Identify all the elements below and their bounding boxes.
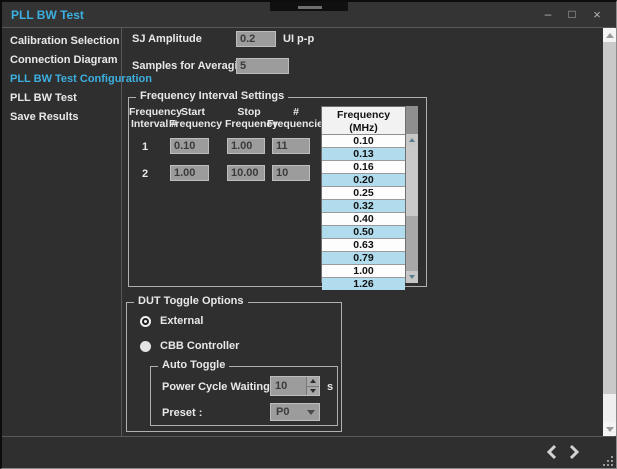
main-scrollbar-thumb[interactable] [603, 42, 616, 394]
frequency-row[interactable]: 0.25 [322, 187, 405, 200]
preset-label: Preset : [162, 407, 202, 419]
auto-toggle-group: Auto Toggle Power Cycle Waiting : 10 s P… [150, 366, 338, 426]
frequency-row[interactable]: 0.79 [322, 252, 405, 265]
sidebar-item-save-results[interactable]: Save Results [2, 108, 121, 127]
sidebar-item-connection-diagram[interactable]: Connection Diagram [2, 51, 121, 70]
frequency-column: Frequency (MHz) 0.100.130.160.200.250.32… [321, 106, 406, 283]
frequency-row[interactable]: 0.40 [322, 213, 405, 226]
radio-selected-icon[interactable] [140, 316, 151, 327]
stop-frequency-input-1[interactable] [227, 138, 265, 154]
sidebar-item-calibration-selection[interactable]: Calibration Selection [2, 32, 121, 51]
start-frequency-input-1[interactable] [170, 138, 209, 154]
sj-amplitude-label: SJ Amplitude [132, 33, 202, 45]
scroll-up-icon[interactable] [406, 134, 418, 146]
stop-frequency-input-2[interactable] [227, 165, 265, 181]
sidebar-item-pll-bw-test-configuration[interactable]: PLL BW Test Configuration [2, 70, 121, 89]
frequency-table: Frequency (MHz) 0.100.130.160.200.250.32… [321, 106, 418, 283]
main-scroll-up-icon[interactable] [603, 28, 616, 42]
radio-option-external[interactable]: External [140, 315, 203, 327]
frequency-row[interactable]: 0.16 [322, 161, 405, 174]
frequency-row[interactable]: 0.50 [322, 226, 405, 239]
radio-option-cbb-controller[interactable]: CBB Controller [140, 340, 239, 352]
frequency-table-header: Frequency (MHz) [322, 107, 405, 135]
num-frequencies-input-1[interactable] [272, 138, 310, 154]
sj-amplitude-unit: UI p-p [283, 33, 314, 45]
samples-averaging-label: Samples for Averaging [132, 60, 251, 72]
nav-next-icon[interactable] [567, 444, 581, 460]
power-cycle-waiting-spinner[interactable]: 10 [270, 376, 320, 396]
frequency-row[interactable]: 0.63 [322, 239, 405, 252]
dut-toggle-options-title: DUT Toggle Options [134, 295, 248, 307]
app-window: PLL BW Test – □ × Calibration SelectionC… [0, 0, 617, 469]
preset-dropdown[interactable]: P0 [270, 403, 320, 421]
frequency-row[interactable]: 0.32 [322, 200, 405, 213]
num-frequencies-input-2[interactable] [272, 165, 310, 181]
preset-value: P0 [271, 404, 303, 420]
column-header-count: # Frequencies [267, 106, 325, 130]
radio-label: External [160, 315, 203, 327]
auto-toggle-title: Auto Toggle [158, 359, 229, 371]
main-scrollbar-track[interactable] [603, 394, 616, 422]
scrollbar-header-cap [406, 106, 418, 134]
frequency-row[interactable]: 1.26 [322, 278, 405, 290]
scroll-down-icon[interactable] [406, 271, 418, 283]
spinner-up-icon[interactable] [307, 377, 319, 387]
close-button[interactable]: × [587, 7, 607, 23]
sidebar-item-pll-bw-test[interactable]: PLL BW Test [2, 89, 121, 108]
frequency-row[interactable]: 0.20 [322, 174, 405, 187]
samples-averaging-input[interactable] [236, 58, 289, 74]
scrollbar-track[interactable] [406, 216, 418, 271]
frequency-interval-settings-title: Frequency Interval Settings [136, 90, 288, 102]
power-cycle-waiting-unit: s [327, 381, 333, 393]
tab-handle-icon [298, 6, 322, 9]
column-header-stop: Stop Frequency [225, 106, 273, 130]
frequency-row[interactable]: 0.10 [322, 135, 405, 148]
frequency-row[interactable]: 0.13 [322, 148, 405, 161]
nav-previous-icon[interactable] [545, 444, 559, 460]
interval-number: 1 [142, 141, 148, 153]
dut-toggle-options-group: DUT Toggle Options ExternalCBB Controlle… [126, 302, 342, 432]
frequency-interval-settings-group: Frequency Interval Settings Frequency In… [128, 97, 427, 287]
interval-number: 2 [142, 168, 148, 180]
main-scroll-down-icon[interactable] [603, 422, 616, 436]
main-scrollbar[interactable] [603, 28, 616, 436]
resize-grip-icon[interactable] [602, 455, 614, 467]
start-frequency-input-2[interactable] [170, 165, 209, 181]
spinner-down-icon[interactable] [307, 387, 319, 396]
radio-label: CBB Controller [160, 340, 239, 352]
frequency-row[interactable]: 1.00 [322, 265, 405, 278]
power-cycle-waiting-label: Power Cycle Waiting : [162, 381, 277, 393]
maximize-button[interactable]: □ [562, 7, 582, 23]
footer-bar [2, 437, 616, 468]
minimize-button[interactable]: – [538, 7, 558, 23]
sidebar: Calibration SelectionConnection DiagramP… [2, 28, 121, 435]
window-title: PLL BW Test [11, 8, 84, 22]
sidebar-divider [121, 28, 122, 436]
frequency-table-body: 0.100.130.160.200.250.320.400.500.630.79… [322, 135, 405, 290]
sj-amplitude-input[interactable] [236, 31, 276, 47]
power-cycle-waiting-value[interactable]: 10 [271, 377, 306, 395]
frequency-table-scrollbar[interactable] [406, 106, 418, 283]
radio-unselected-icon[interactable] [140, 341, 151, 352]
scrollbar-thumb[interactable] [406, 146, 418, 216]
chevron-down-icon [303, 404, 319, 420]
column-header-start: Start Frequency [169, 106, 217, 130]
docked-tab[interactable] [270, 2, 348, 11]
